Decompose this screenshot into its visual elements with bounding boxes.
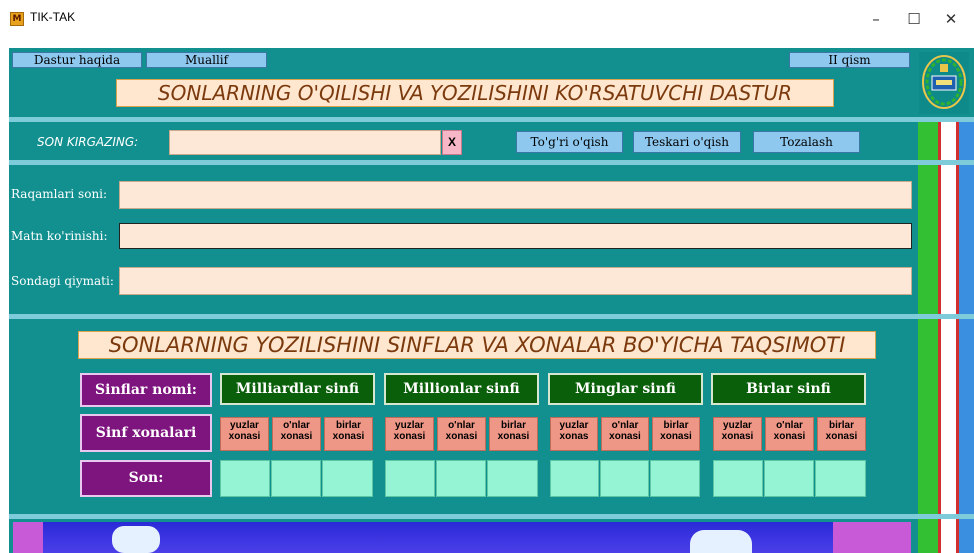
clear-all-button[interactable]: Tozalash xyxy=(753,131,860,153)
text-form-field xyxy=(119,223,912,249)
class-header-thousands: Minglar sinfi xyxy=(548,373,703,405)
place-cell: o'nlar xonasi xyxy=(765,417,814,451)
digits-count-field xyxy=(119,181,912,209)
section-title: SONLARNING YOZILISHINI SINFLAR VA XONALA… xyxy=(78,331,876,359)
window-title: TIK-TAK xyxy=(30,10,76,24)
class-header-units: Birlar sinfi xyxy=(711,373,866,405)
digit-box xyxy=(650,460,700,497)
place-cell: birlar xonasi xyxy=(324,417,373,451)
author-button[interactable]: Muallif xyxy=(146,52,267,68)
divider xyxy=(9,117,916,122)
cloud-icon xyxy=(690,530,752,553)
app-icon: M xyxy=(10,12,24,26)
digits-count-label: Raqamlari soni: xyxy=(11,187,108,201)
divider xyxy=(9,314,916,319)
place-cell: birlar xonasi xyxy=(652,417,700,451)
emblem-icon xyxy=(922,55,966,109)
input-label: SON KIRGAZING: xyxy=(37,135,139,149)
divider xyxy=(916,117,974,122)
number-value-label: Sondagi qiymati: xyxy=(11,274,114,288)
forward-read-button[interactable]: To'g'ri o'qish xyxy=(516,131,623,153)
digit-box xyxy=(550,460,599,497)
digit-box xyxy=(487,460,538,497)
divider xyxy=(916,314,974,319)
class-names-header: Sinflar nomi: xyxy=(80,373,212,407)
maximize-button[interactable]: ☐ xyxy=(904,10,924,30)
place-cell: yuzlar xonasi xyxy=(385,417,434,451)
number-header: Son: xyxy=(80,460,212,497)
text-form-label: Matn ko'rinishi: xyxy=(11,229,108,243)
sky-left-edge xyxy=(13,522,43,553)
digit-box xyxy=(271,460,321,497)
flag-stripe-green xyxy=(918,122,938,553)
place-cell: o'nlar xonasi xyxy=(601,417,649,451)
minimize-button[interactable]: – xyxy=(866,10,886,30)
places-header: Sinf xonalari xyxy=(80,414,212,452)
digit-box xyxy=(436,460,486,497)
place-cell: o'nlar xonasi xyxy=(272,417,321,451)
window-titlebar xyxy=(0,0,974,40)
divider xyxy=(9,514,916,519)
part2-button[interactable]: II qism xyxy=(789,52,910,68)
digit-box xyxy=(815,460,866,497)
class-header-millions: Millionlar sinfi xyxy=(384,373,539,405)
digit-box xyxy=(220,460,270,497)
sky-right-edge xyxy=(833,522,911,553)
clear-input-button[interactable]: X xyxy=(442,130,462,155)
divider xyxy=(916,160,974,165)
close-button[interactable]: ✕ xyxy=(941,10,961,30)
place-cell: o'nlar xonasi xyxy=(437,417,486,451)
main-banner-title: SONLARNING O'QILISHI VA YOZILISHINI KO'R… xyxy=(116,79,834,107)
cloud-icon xyxy=(112,526,160,553)
flag-stripe-white xyxy=(941,122,956,553)
number-input[interactable] xyxy=(169,130,441,155)
divider xyxy=(9,160,916,165)
place-cell: yuzlar xonasi xyxy=(220,417,269,451)
reverse-read-button[interactable]: Teskari o'qish xyxy=(633,131,741,153)
number-value-field xyxy=(119,267,912,295)
digit-box xyxy=(600,460,649,497)
place-cell: yuzlar xonasi xyxy=(713,417,762,451)
digit-box xyxy=(713,460,763,497)
about-button[interactable]: Dastur haqida xyxy=(12,52,142,68)
flag-stripe-blue xyxy=(959,122,974,553)
digit-box xyxy=(322,460,373,497)
place-cell: yuzlar xonas xyxy=(550,417,598,451)
place-cell: birlar xonasi xyxy=(817,417,866,451)
place-cell: birlar xonasi xyxy=(489,417,538,451)
emblem-area xyxy=(919,52,969,114)
digit-box xyxy=(385,460,435,497)
class-header-billions: Milliardlar sinfi xyxy=(220,373,375,405)
divider xyxy=(916,514,974,519)
digit-box xyxy=(764,460,814,497)
